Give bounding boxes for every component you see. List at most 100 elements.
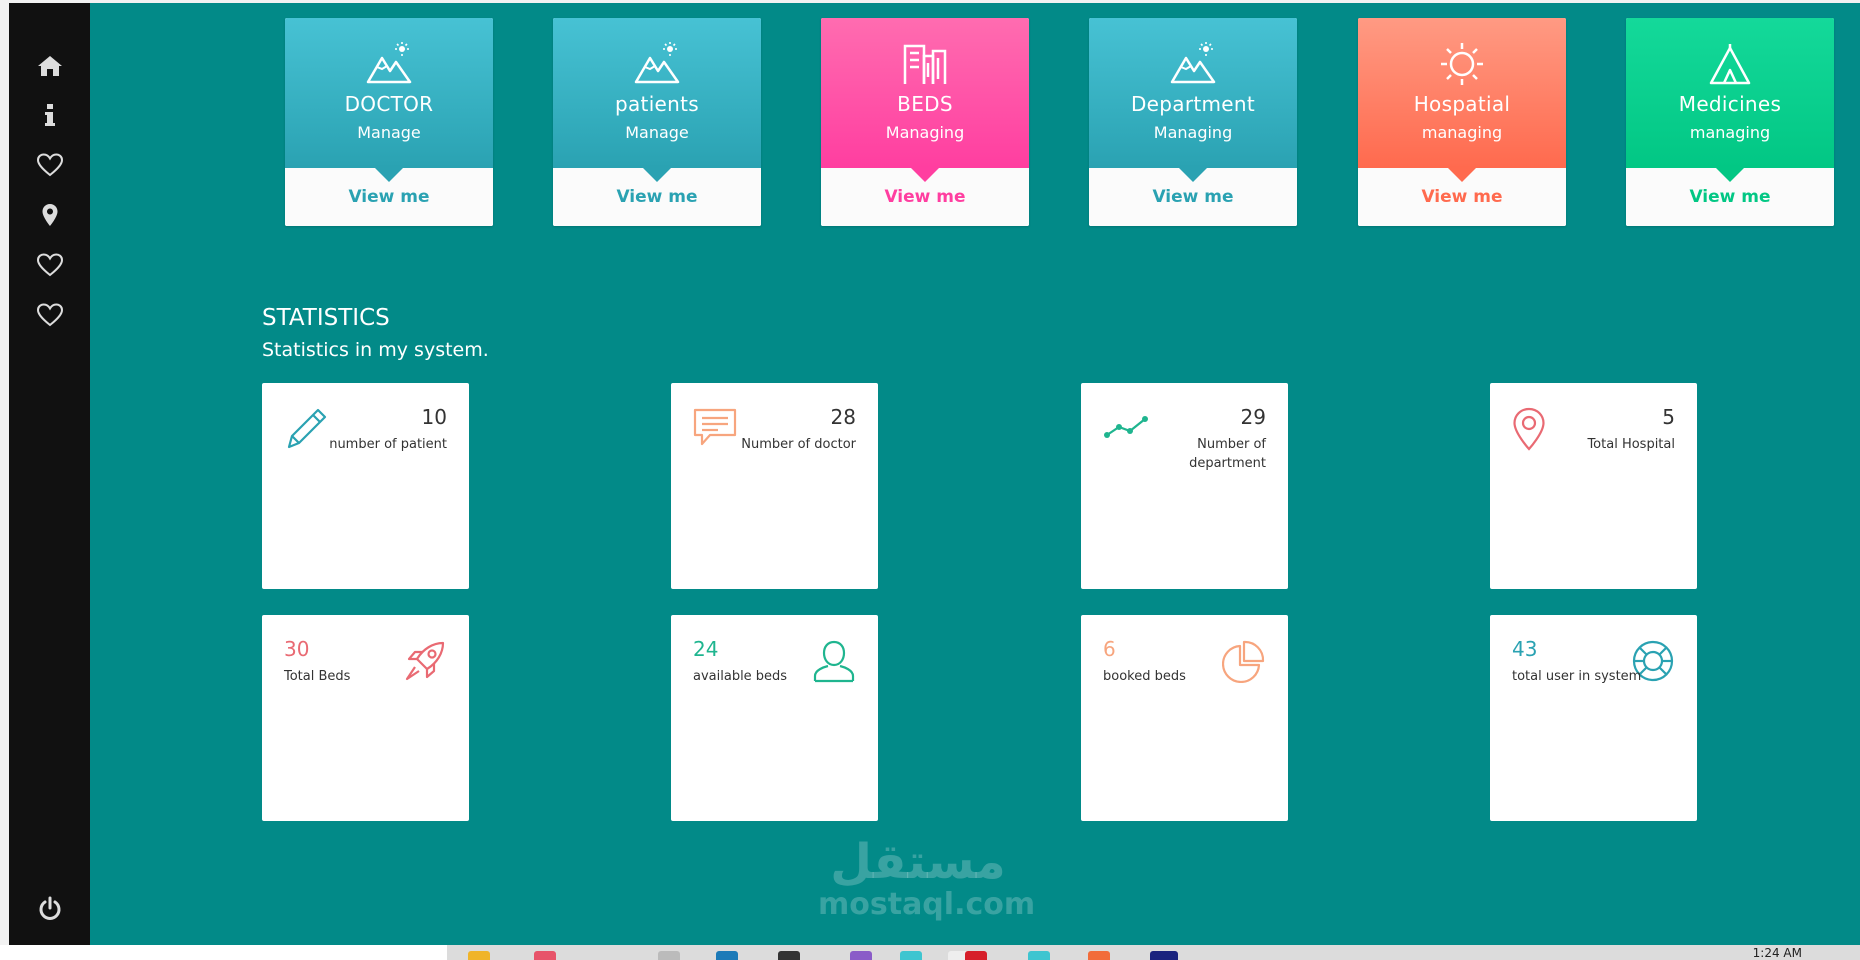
app-icon[interactable] bbox=[965, 951, 987, 960]
sidebar-item-info[interactable] bbox=[9, 95, 90, 135]
stat-value: 5 bbox=[1662, 405, 1675, 429]
heart-icon bbox=[36, 153, 63, 177]
mountains-icon bbox=[633, 42, 681, 86]
card-department[interactable]: Department Managing View me bbox=[1089, 18, 1297, 226]
stat-card-hospitals: 5 Total Hospital bbox=[1490, 383, 1697, 589]
card-pointer bbox=[911, 168, 939, 182]
info-icon bbox=[44, 104, 55, 126]
card-medicines[interactable]: Medicines managing View me bbox=[1626, 18, 1834, 226]
card-subtitle: Managing bbox=[885, 123, 965, 142]
app-icon[interactable] bbox=[716, 951, 738, 960]
pencil-icon bbox=[284, 407, 328, 455]
sidebar bbox=[9, 3, 90, 945]
app-icon[interactable] bbox=[900, 951, 922, 960]
card-title: Medicines bbox=[1678, 92, 1782, 116]
stat-value: 30 bbox=[284, 637, 310, 661]
sun-icon bbox=[1439, 42, 1485, 86]
app-icon[interactable] bbox=[534, 951, 556, 960]
card-pointer bbox=[1448, 168, 1476, 182]
sidebar-item-location[interactable] bbox=[9, 195, 90, 235]
card-pointer bbox=[1179, 168, 1207, 182]
app-icon[interactable] bbox=[1088, 951, 1110, 960]
logout-button[interactable] bbox=[9, 889, 90, 929]
chat-icon bbox=[693, 407, 737, 451]
stat-label: number of patient bbox=[329, 437, 447, 452]
card-hospital[interactable]: Hospatial managing View me bbox=[1358, 18, 1566, 226]
stat-value: 43 bbox=[1512, 637, 1538, 661]
location-icon bbox=[1512, 407, 1546, 455]
stat-card-doctors: 28 Number of doctor bbox=[671, 383, 878, 589]
sidebar-item-home[interactable] bbox=[9, 46, 90, 86]
stat-value: 10 bbox=[421, 405, 447, 429]
card-title: Department bbox=[1130, 92, 1256, 116]
mountains-icon bbox=[365, 42, 413, 86]
main-content: DOCTOR Manage View me patients Manage Vi… bbox=[90, 3, 1860, 945]
user-icon bbox=[812, 639, 856, 687]
card-header: Medicines managing bbox=[1626, 18, 1834, 182]
card-pointer bbox=[375, 168, 403, 182]
card-header: patients Manage bbox=[553, 18, 761, 182]
card-title: DOCTOR bbox=[344, 92, 434, 116]
sidebar-item-favorites-3[interactable] bbox=[9, 295, 90, 335]
card-subtitle: Managing bbox=[1153, 123, 1233, 142]
sidebar-item-favorites-2[interactable] bbox=[9, 245, 90, 285]
card-header: Hospatial managing bbox=[1358, 18, 1566, 182]
app-icon[interactable] bbox=[1028, 951, 1050, 960]
pie-chart-icon bbox=[1221, 639, 1266, 687]
rocket-icon bbox=[403, 639, 447, 687]
buildings-icon bbox=[902, 42, 948, 86]
stat-value: 29 bbox=[1240, 405, 1266, 429]
card-pointer bbox=[643, 168, 671, 182]
watermark-arabic: مستقل bbox=[830, 834, 1006, 890]
card-subtitle: Manage bbox=[625, 123, 689, 142]
stat-card-total-beds: 30 Total Beds bbox=[262, 615, 469, 821]
app-icon[interactable] bbox=[850, 951, 872, 960]
card-doctor[interactable]: DOCTOR Manage View me bbox=[285, 18, 493, 226]
card-title: BEDS bbox=[897, 92, 953, 116]
heart-icon bbox=[36, 303, 63, 327]
card-title: Hospatial bbox=[1413, 92, 1511, 116]
watermark-latin: mostaql.com bbox=[818, 887, 1036, 922]
card-subtitle: Manage bbox=[357, 123, 421, 142]
stat-card-available-beds: 24 available beds bbox=[671, 615, 878, 821]
app-icon[interactable] bbox=[1150, 951, 1178, 960]
map-pin-icon bbox=[42, 204, 57, 226]
os-taskbar: 1:24 AM bbox=[0, 945, 1860, 960]
stat-card-departments: 29 Number of department bbox=[1081, 383, 1288, 589]
tent-icon bbox=[1707, 42, 1753, 86]
power-icon bbox=[39, 896, 60, 920]
folder-icon[interactable] bbox=[468, 951, 490, 960]
stat-label: booked beds bbox=[1103, 669, 1186, 684]
stat-card-total-users: 43 total user in system bbox=[1490, 615, 1697, 821]
card-subtitle: managing bbox=[1689, 123, 1771, 142]
statistics-title: STATISTICS bbox=[262, 305, 390, 331]
mountains-icon bbox=[1169, 42, 1217, 86]
taskbar-blank-area bbox=[0, 945, 447, 960]
stat-card-patients: 10 number of patient bbox=[262, 383, 469, 589]
card-beds[interactable]: BEDS Managing View me bbox=[821, 18, 1029, 226]
card-header: Department Managing bbox=[1089, 18, 1297, 182]
card-header: DOCTOR Manage bbox=[285, 18, 493, 182]
taskbar-clock: 1:24 AM bbox=[1752, 946, 1802, 960]
line-chart-icon bbox=[1103, 407, 1149, 445]
card-pointer bbox=[1716, 168, 1744, 182]
stat-card-booked-beds: 6 booked beds bbox=[1081, 615, 1288, 821]
card-title: patients bbox=[615, 92, 699, 116]
card-header: BEDS Managing bbox=[821, 18, 1029, 182]
app-icon[interactable] bbox=[658, 951, 680, 960]
stat-label: Total Hospital bbox=[1587, 437, 1675, 452]
stat-label: available beds bbox=[693, 669, 788, 684]
app-icon[interactable] bbox=[778, 951, 800, 960]
card-subtitle: managing bbox=[1421, 123, 1503, 142]
card-patients[interactable]: patients Manage View me bbox=[553, 18, 761, 226]
stat-label: Number of doctor bbox=[741, 437, 856, 452]
home-icon bbox=[37, 56, 62, 76]
stat-label: Number of department bbox=[1189, 437, 1266, 471]
heart-icon bbox=[36, 253, 63, 277]
stat-label: Total Beds bbox=[284, 669, 351, 684]
sidebar-item-favorites[interactable] bbox=[9, 145, 90, 185]
statistics-subtitle: Statistics in my system. bbox=[262, 339, 489, 361]
stat-label: total user in system bbox=[1512, 669, 1642, 684]
stat-value: 6 bbox=[1103, 637, 1116, 661]
stat-value: 24 bbox=[693, 637, 719, 661]
